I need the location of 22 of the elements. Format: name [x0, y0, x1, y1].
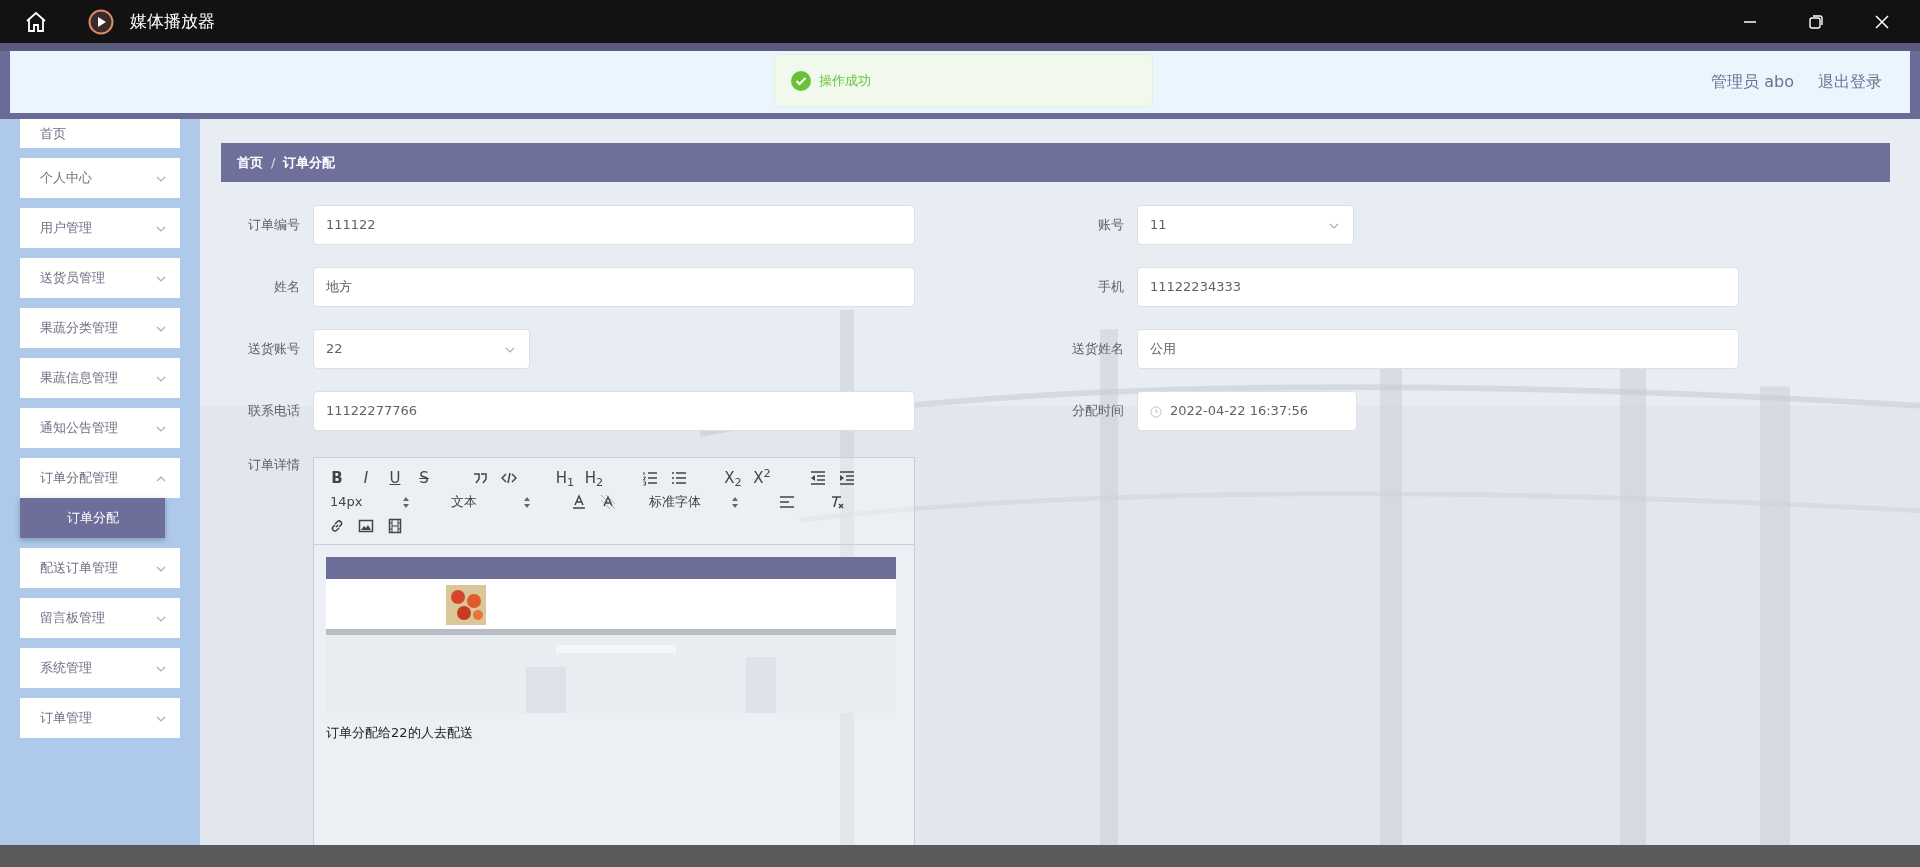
sidebar-item[interactable]: 留言板管理 — [20, 598, 180, 638]
play-icon — [88, 8, 114, 35]
sidebar-item[interactable]: 配送订单管理 — [20, 548, 180, 588]
submenu-item[interactable]: 订单分配 — [20, 498, 165, 538]
user-name: 管理员 abo — [1711, 71, 1794, 93]
sidebar-item[interactable]: 用户管理 — [20, 208, 180, 248]
sidebar-item[interactable]: 系统管理 — [20, 648, 180, 688]
home-icon[interactable] — [24, 9, 48, 34]
sidebar-item[interactable]: 果蔬分类管理 — [20, 308, 180, 348]
sidebar-item[interactable]: 通知公告管理 — [20, 408, 180, 448]
sidebar-item[interactable]: 个人中心 — [20, 158, 180, 198]
success-toast: 操作成功 — [774, 54, 1153, 107]
sidebar-item[interactable]: 订单管理 — [20, 698, 180, 738]
sidebar-item[interactable]: 首页 — [20, 119, 180, 148]
check-circle-icon — [791, 70, 811, 91]
sidebar-item[interactable]: 送货员管理 — [20, 258, 180, 298]
restore-icon[interactable] — [1808, 13, 1824, 30]
sidebar-item[interactable]: 果蔬信息管理 — [20, 358, 180, 398]
close-icon[interactable] — [1874, 13, 1890, 30]
window-title: 媒体播放器 — [130, 9, 215, 33]
logout-link[interactable]: 退出登录 — [1818, 70, 1882, 94]
sidebar-item[interactable]: 订单分配管理 — [20, 458, 180, 498]
